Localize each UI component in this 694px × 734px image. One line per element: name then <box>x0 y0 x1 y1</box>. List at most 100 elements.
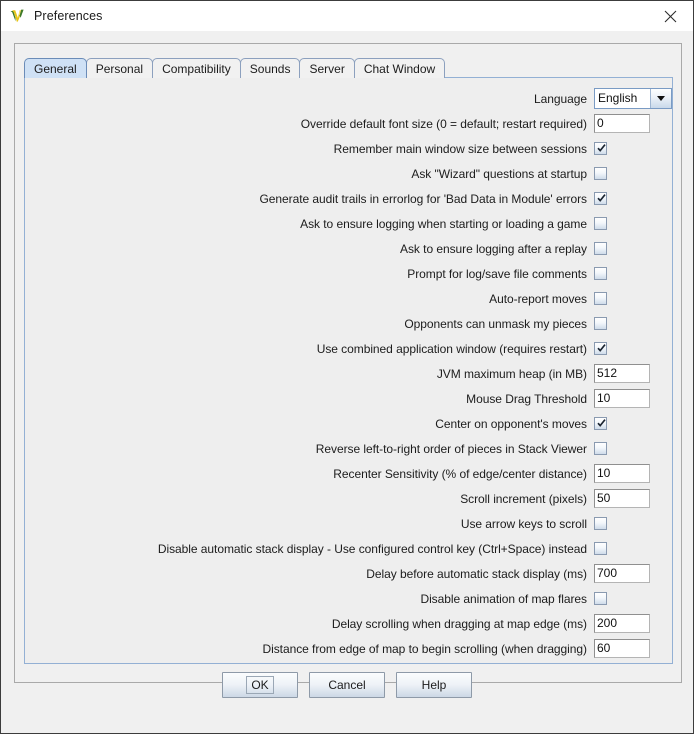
setting-label-scroll-increment: Scroll increment (pixels) <box>460 491 587 506</box>
setting-row-ask-ensure-logging-replay: Ask to ensure logging after a replay <box>25 236 672 261</box>
setting-row-ask-wizard-questions: Ask "Wizard" questions at startup <box>25 161 672 186</box>
tab-strip: General Personal Compatibility Sounds Server… <box>24 56 446 78</box>
setting-label-prompt-log-save-comments: Prompt for log/save file comments <box>407 266 587 281</box>
setting-row-auto-report-moves: Auto-report moves <box>25 286 672 311</box>
setting-control-use-combined-application-window <box>593 342 672 355</box>
input-override-default-font-size[interactable]: 0 <box>594 114 650 133</box>
dialog-content: General Personal Compatibility Sounds Server… <box>1 32 693 733</box>
ok-button[interactable]: OK <box>222 672 298 698</box>
setting-row-disable-map-flare-animation: Disable animation of map flares <box>25 586 672 611</box>
setting-control-remember-main-window-size <box>593 142 672 155</box>
setting-row-center-on-opponents-moves: Center on opponent's moves <box>25 411 672 436</box>
dialog-button-bar: OK Cancel Help <box>1 655 693 733</box>
combobox-value-language: English <box>595 89 650 108</box>
setting-label-reverse-stack-viewer-order: Reverse left-to-right order of pieces in… <box>315 441 587 456</box>
setting-label-delay-scrolling-map-edge: Delay scrolling when dragging at map edg… <box>331 616 587 631</box>
setting-row-mouse-drag-threshold: Mouse Drag Threshold 10 <box>25 386 672 411</box>
setting-label-use-arrow-keys-to-scroll: Use arrow keys to scroll <box>460 516 587 531</box>
tab-general[interactable]: General <box>24 58 87 78</box>
setting-row-generate-audit-trails: Generate audit trails in errorlog for 'B… <box>25 186 672 211</box>
checkbox-ask-ensure-logging-start[interactable] <box>594 217 607 230</box>
setting-label-distance-from-edge-scroll: Distance from edge of map to begin scrol… <box>262 641 587 656</box>
tab-sounds[interactable]: Sounds <box>239 58 301 78</box>
setting-control-delay-before-stack-display: 700 <box>593 564 672 583</box>
checkbox-ask-wizard-questions[interactable] <box>594 167 607 180</box>
setting-control-reverse-stack-viewer-order <box>593 442 672 455</box>
setting-row-reverse-stack-viewer-order: Reverse left-to-right order of pieces in… <box>25 436 672 461</box>
setting-label-opponents-unmask-pieces: Opponents can unmask my pieces <box>404 316 587 331</box>
setting-row-use-arrow-keys-to-scroll: Use arrow keys to scroll <box>25 511 672 536</box>
cancel-button-label: Cancel <box>328 678 366 692</box>
checkbox-disable-map-flare-animation[interactable] <box>594 592 607 605</box>
tab-personal[interactable]: Personal <box>85 58 154 78</box>
preferences-dialog: Preferences General Personal Compatibility… <box>0 0 694 734</box>
ok-button-label: OK <box>246 676 274 694</box>
setting-row-disable-automatic-stack-display: Disable automatic stack display - Use co… <box>25 536 672 561</box>
setting-control-delay-scrolling-map-edge: 200 <box>593 614 672 633</box>
checkbox-generate-audit-trails[interactable] <box>594 192 607 205</box>
tab-pane-general: Language English Override default font siz… <box>24 77 673 664</box>
checkbox-use-combined-application-window[interactable] <box>594 342 607 355</box>
setting-label-use-combined-application-window: Use combined application window (require… <box>316 341 587 356</box>
tab-compatibility[interactable]: Compatibility <box>152 58 241 78</box>
close-icon[interactable] <box>647 1 693 31</box>
setting-control-language: English <box>593 88 672 109</box>
setting-label-delay-before-stack-display: Delay before automatic stack display (ms… <box>366 566 587 581</box>
setting-label-language: Language <box>534 91 587 106</box>
vassal-logo-icon <box>9 8 25 24</box>
setting-label-disable-map-flare-animation: Disable animation of map flares <box>420 591 587 606</box>
chevron-down-icon[interactable] <box>650 89 671 108</box>
input-recenter-sensitivity[interactable]: 10 <box>594 464 650 483</box>
setting-label-auto-report-moves: Auto-report moves <box>489 291 587 306</box>
setting-control-auto-report-moves <box>593 292 672 305</box>
checkbox-reverse-stack-viewer-order[interactable] <box>594 442 607 455</box>
checkbox-opponents-unmask-pieces[interactable] <box>594 317 607 330</box>
setting-control-scroll-increment: 50 <box>593 489 672 508</box>
setting-row-ask-ensure-logging-start: Ask to ensure logging when starting or l… <box>25 211 672 236</box>
combobox-language[interactable]: English <box>594 88 672 109</box>
input-scroll-increment[interactable]: 50 <box>594 489 650 508</box>
setting-control-recenter-sensitivity: 10 <box>593 464 672 483</box>
setting-row-language: Language English <box>25 86 672 111</box>
setting-label-generate-audit-trails: Generate audit trails in errorlog for 'B… <box>259 191 588 206</box>
checkbox-ask-ensure-logging-replay[interactable] <box>594 242 607 255</box>
checkbox-prompt-log-save-comments[interactable] <box>594 267 607 280</box>
input-mouse-drag-threshold[interactable]: 10 <box>594 389 650 408</box>
setting-label-ask-wizard-questions: Ask "Wizard" questions at startup <box>411 166 587 181</box>
setting-label-center-on-opponents-moves: Center on opponent's moves <box>435 416 587 431</box>
setting-row-recenter-sensitivity: Recenter Sensitivity (% of edge/center d… <box>25 461 672 486</box>
checkbox-auto-report-moves[interactable] <box>594 292 607 305</box>
setting-label-recenter-sensitivity: Recenter Sensitivity (% of edge/center d… <box>333 466 587 481</box>
setting-label-disable-automatic-stack-display: Disable automatic stack display - Use co… <box>157 541 587 556</box>
checkbox-remember-main-window-size[interactable] <box>594 142 607 155</box>
preferences-panel: General Personal Compatibility Sounds Server… <box>14 43 682 683</box>
title-bar: Preferences <box>1 1 693 32</box>
setting-label-ask-ensure-logging-replay: Ask to ensure logging after a replay <box>400 241 587 256</box>
setting-control-center-on-opponents-moves <box>593 417 672 430</box>
help-button-label: Help <box>421 678 447 692</box>
checkbox-disable-automatic-stack-display[interactable] <box>594 542 607 555</box>
setting-control-ask-wizard-questions <box>593 167 672 180</box>
setting-control-generate-audit-trails <box>593 192 672 205</box>
tab-chat-window[interactable]: Chat Window <box>353 58 446 78</box>
input-delay-before-stack-display[interactable]: 700 <box>594 564 650 583</box>
tab-server[interactable]: Server <box>299 58 355 78</box>
setting-row-delay-scrolling-map-edge: Delay scrolling when dragging at map edg… <box>25 611 672 636</box>
setting-row-prompt-log-save-comments: Prompt for log/save file comments <box>25 261 672 286</box>
checkbox-use-arrow-keys-to-scroll[interactable] <box>594 517 607 530</box>
help-button[interactable]: Help <box>396 672 472 698</box>
setting-control-jvm-maximum-heap: 512 <box>593 364 672 383</box>
input-jvm-maximum-heap[interactable]: 512 <box>594 364 650 383</box>
cancel-button[interactable]: Cancel <box>309 672 385 698</box>
setting-control-ask-ensure-logging-replay <box>593 242 672 255</box>
setting-label-mouse-drag-threshold: Mouse Drag Threshold <box>466 391 587 406</box>
setting-control-prompt-log-save-comments <box>593 267 672 280</box>
setting-control-disable-map-flare-animation <box>593 592 672 605</box>
setting-row-use-combined-application-window: Use combined application window (require… <box>25 336 672 361</box>
setting-row-override-default-font-size: Override default font size (0 = default;… <box>25 111 672 136</box>
checkbox-center-on-opponents-moves[interactable] <box>594 417 607 430</box>
input-delay-scrolling-map-edge[interactable]: 200 <box>594 614 650 633</box>
setting-row-scroll-increment: Scroll increment (pixels) 50 <box>25 486 672 511</box>
setting-label-remember-main-window-size: Remember main window size between sessio… <box>333 141 587 156</box>
setting-label-override-default-font-size: Override default font size (0 = default;… <box>300 116 587 131</box>
